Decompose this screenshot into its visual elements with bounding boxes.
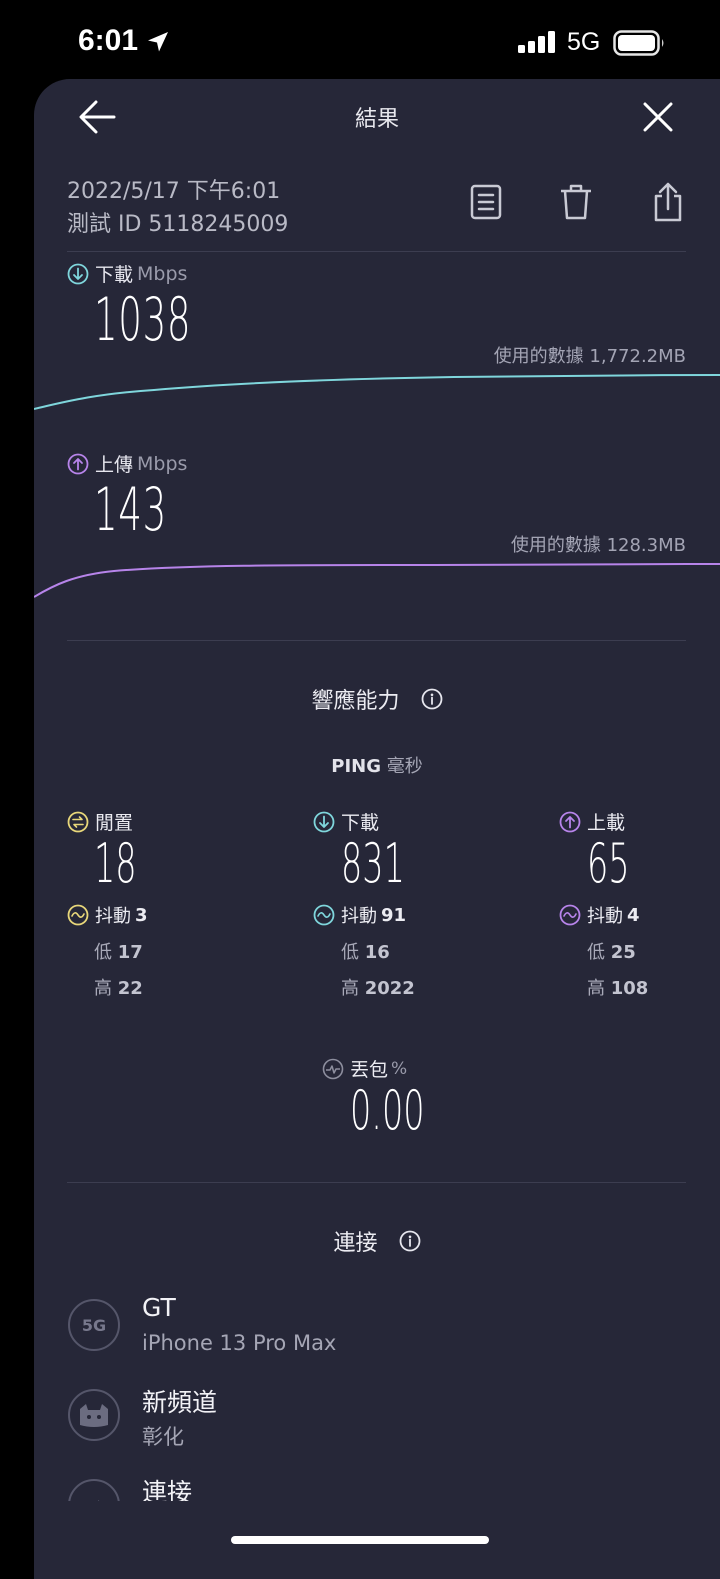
upload-arrow-icon — [559, 811, 581, 832]
jitter-idle: 抖動 3 — [67, 902, 148, 928]
ping-upload-low-value: 25 — [610, 942, 636, 963]
download-speed: 1038 — [94, 285, 192, 355]
jitter-wave-icon — [67, 904, 89, 926]
ping-download-low-label: 低 — [341, 942, 359, 963]
packet-loss-value: 0.00 — [350, 1079, 425, 1142]
close-icon[interactable] — [642, 101, 674, 133]
test-id: 測試 ID 5118245009 — [67, 212, 289, 237]
network-badge-text: 5G — [81, 1315, 107, 1335]
download-label: 下載 Mbps — [67, 260, 187, 287]
jitter-download-label: 抖動 — [341, 906, 377, 927]
server-avatar — [68, 1389, 120, 1441]
ping-upload-high: 高 108 — [587, 974, 648, 1000]
ping-upload-high-label: 高 — [587, 978, 605, 999]
result-sheet: 結果 2022/5/17 下午6:01 測試 ID 5118245009 下載 … — [34, 79, 720, 1579]
ping-label: PING — [331, 756, 381, 777]
device-name: iPhone 13 Pro Max — [142, 1331, 337, 1355]
download-label-text: 下載 — [95, 264, 134, 286]
divider — [67, 251, 686, 252]
ping-idle-low: 低 17 — [94, 938, 143, 964]
download-data-used: 使用的數據 1,772.2MB — [493, 346, 686, 367]
ping-download-label-text: 下載 — [341, 812, 380, 834]
jitter-wave-icon — [313, 904, 335, 926]
ping-title: PING 毫秒 — [34, 752, 720, 778]
upload-unit: Mbps — [137, 452, 188, 475]
divider — [67, 640, 686, 641]
ping-download-high-label: 高 — [341, 978, 359, 999]
download-unit: Mbps — [137, 262, 188, 285]
jitter-download-value: 91 — [381, 904, 407, 926]
ping-idle-value: 18 — [94, 832, 137, 895]
status-bar: 6:01 5G — [0, 0, 720, 80]
upload-label: 上傳 Mbps — [67, 450, 187, 477]
ping-upload-value: 65 — [587, 832, 630, 895]
packet-loss-icon — [322, 1058, 344, 1079]
share-icon[interactable] — [652, 182, 684, 222]
ping-unit: 毫秒 — [386, 756, 423, 777]
download-speed-graph — [34, 374, 720, 410]
document-icon[interactable] — [470, 184, 502, 220]
jitter-upload-label: 抖動 — [587, 906, 623, 927]
jitter-idle-value: 3 — [135, 904, 148, 926]
packet-loss-label-text: 丟包 — [350, 1059, 389, 1081]
info-icon[interactable] — [399, 1230, 421, 1252]
bottom-safe-area — [34, 1501, 720, 1558]
ping-idle-high-label: 高 — [94, 978, 112, 999]
ping-idle-low-label: 低 — [94, 942, 112, 963]
ping-idle-high: 高 22 — [94, 974, 143, 1000]
jitter-download: 抖動 91 — [313, 902, 406, 928]
ping-download-high-value: 2022 — [364, 978, 415, 999]
ping-idle-label: 閒置 — [67, 808, 133, 835]
ping-upload-low: 低 25 — [587, 938, 636, 964]
ping-upload-low-label: 低 — [587, 942, 605, 963]
upload-speed-graph — [34, 563, 720, 598]
carrier-name: GT — [142, 1293, 176, 1322]
responsiveness-title: 響應能力 — [34, 683, 720, 715]
ping-download-low-value: 16 — [364, 942, 390, 963]
idle-ping-icon — [67, 811, 89, 832]
upload-arrow-icon — [67, 453, 89, 474]
network-type: 5G — [567, 28, 601, 56]
status-time: 6:01 — [78, 24, 139, 57]
jitter-idle-label: 抖動 — [95, 906, 131, 927]
trash-icon[interactable] — [559, 183, 593, 221]
ping-idle-high-value: 22 — [117, 978, 143, 999]
server-location: 彰化 — [142, 1425, 184, 1449]
page-title: 結果 — [354, 107, 399, 132]
packet-loss-label: 丟包 % — [322, 1055, 407, 1082]
upload-label-text: 上傳 — [95, 454, 134, 476]
ping-idle-label-text: 閒置 — [95, 812, 134, 834]
location-arrow-icon — [148, 32, 168, 52]
ping-download-low: 低 16 — [341, 938, 390, 964]
download-arrow-icon — [313, 811, 335, 832]
upload-data-used: 使用的數據 128.3MB — [510, 535, 686, 556]
jitter-upload: 抖動 4 — [559, 902, 640, 928]
ping-download-label: 下載 — [313, 808, 379, 835]
server-name: 新頻道 — [142, 1388, 218, 1417]
ping-upload-label-text: 上載 — [587, 812, 626, 834]
ping-idle-low-value: 17 — [117, 942, 143, 963]
network-5g-badge: 5G — [68, 1299, 120, 1351]
ping-download-value: 831 — [341, 832, 405, 895]
connection-title: 連接 — [34, 1225, 720, 1257]
ping-upload-high-value: 108 — [610, 978, 649, 999]
download-arrow-icon — [67, 263, 89, 284]
server-logo-icon — [80, 1404, 108, 1427]
upload-speed: 143 — [94, 475, 167, 545]
home-indicator[interactable] — [231, 1536, 489, 1544]
divider — [67, 1182, 686, 1183]
connection-title-text: 連接 — [333, 1231, 378, 1256]
info-icon[interactable] — [421, 688, 443, 710]
jitter-upload-value: 4 — [627, 904, 640, 926]
responsiveness-title-text: 響應能力 — [311, 689, 400, 714]
battery-icon — [613, 30, 664, 56]
ping-upload-label: 上載 — [559, 808, 625, 835]
packet-loss-unit: % — [391, 1058, 408, 1079]
cellular-signal-icon — [518, 31, 555, 53]
jitter-wave-icon — [559, 904, 581, 926]
ping-download-high: 高 2022 — [341, 974, 415, 1000]
test-datetime: 2022/5/17 下午6:01 — [67, 179, 281, 204]
